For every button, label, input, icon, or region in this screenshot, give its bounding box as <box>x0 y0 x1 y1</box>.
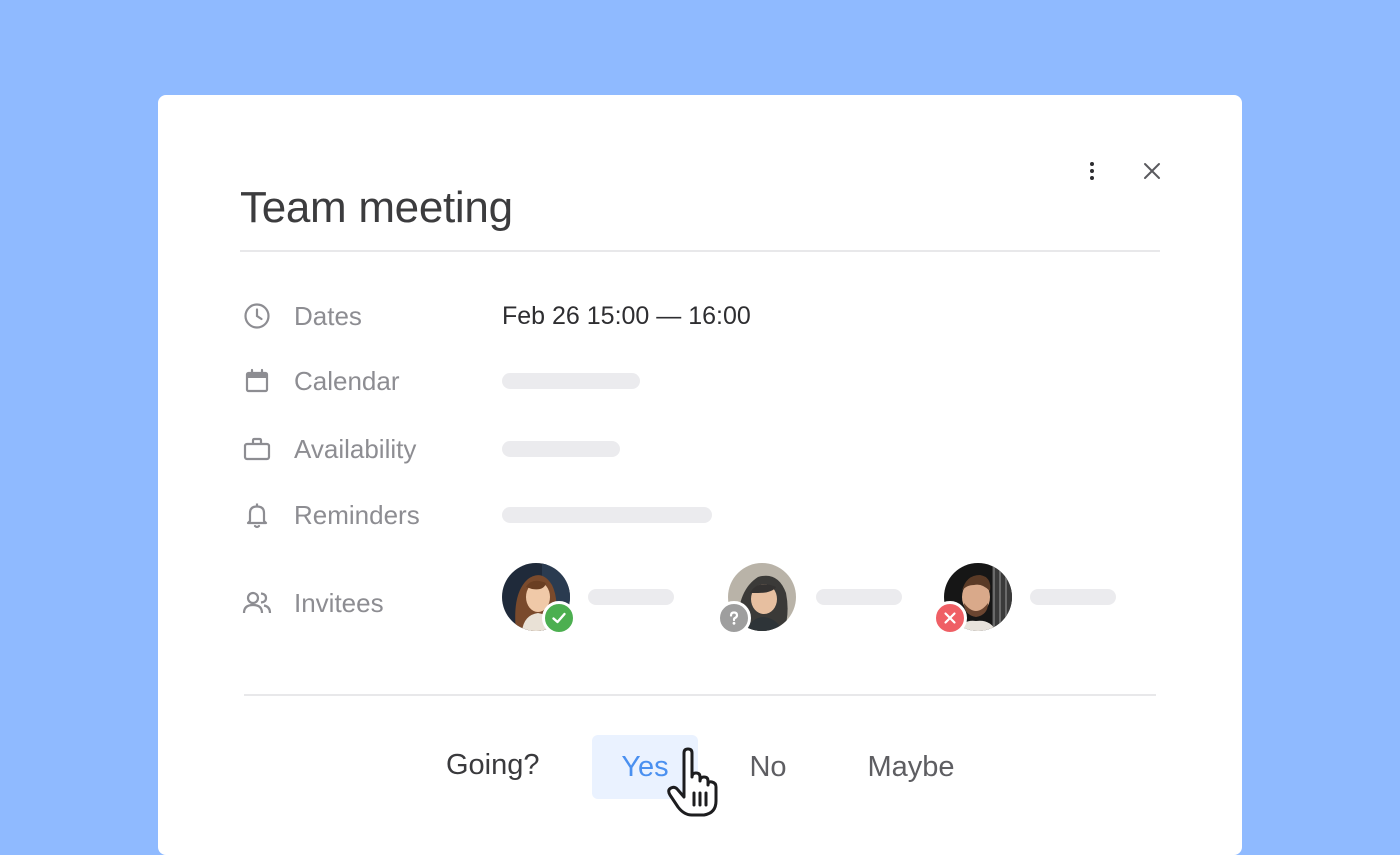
detail-row-reminders: Reminders <box>242 495 1162 535</box>
detail-label: Availability <box>294 433 417 464</box>
rsvp-divider <box>244 694 1156 696</box>
rsvp-no-button[interactable]: No <box>730 735 806 799</box>
dialog-actions <box>1080 159 1164 183</box>
detail-label: Invitees <box>294 587 384 618</box>
calendar-value-placeholder <box>502 373 640 389</box>
accepted-status-badge <box>542 601 576 635</box>
detail-label: Dates <box>294 300 362 331</box>
detail-row-availability: Availability <box>242 429 1162 469</box>
question-icon <box>729 611 739 625</box>
invitee-name-placeholder <box>1030 589 1116 605</box>
people-icon <box>242 588 272 618</box>
dates-value[interactable]: Feb 26 15:00 — 16:00 <box>502 302 751 331</box>
event-dialog: Team meeting Dates Feb 26 15:00 — 16:00 … <box>158 95 1242 855</box>
unknown-status-badge <box>717 601 751 635</box>
rsvp-prompt: Going? <box>446 749 540 781</box>
detail-row-invitees: Invitees <box>242 583 1162 623</box>
title-divider <box>240 250 1160 252</box>
availability-value-placeholder <box>502 441 620 457</box>
hand-pointer-cursor-icon <box>664 747 720 824</box>
calendar-icon <box>242 366 272 396</box>
briefcase-icon <box>242 434 272 464</box>
clock-icon <box>242 301 272 331</box>
bell-icon <box>242 500 272 530</box>
more-vertical-icon[interactable] <box>1080 159 1104 183</box>
detail-label: Reminders <box>294 499 420 530</box>
detail-row-calendar: Calendar <box>242 361 1162 401</box>
detail-row-dates: Dates Feb 26 15:00 — 16:00 <box>242 296 1162 336</box>
close-icon[interactable] <box>1140 159 1164 183</box>
detail-label: Calendar <box>294 365 400 396</box>
declined-status-badge <box>933 601 967 635</box>
x-icon <box>944 612 956 624</box>
check-icon <box>552 612 566 624</box>
invitee-name-placeholder <box>816 589 902 605</box>
reminders-value-placeholder <box>502 507 712 523</box>
event-title: Team meeting <box>240 183 513 232</box>
invitee-name-placeholder <box>588 589 674 605</box>
rsvp-maybe-button[interactable]: Maybe <box>858 735 964 799</box>
